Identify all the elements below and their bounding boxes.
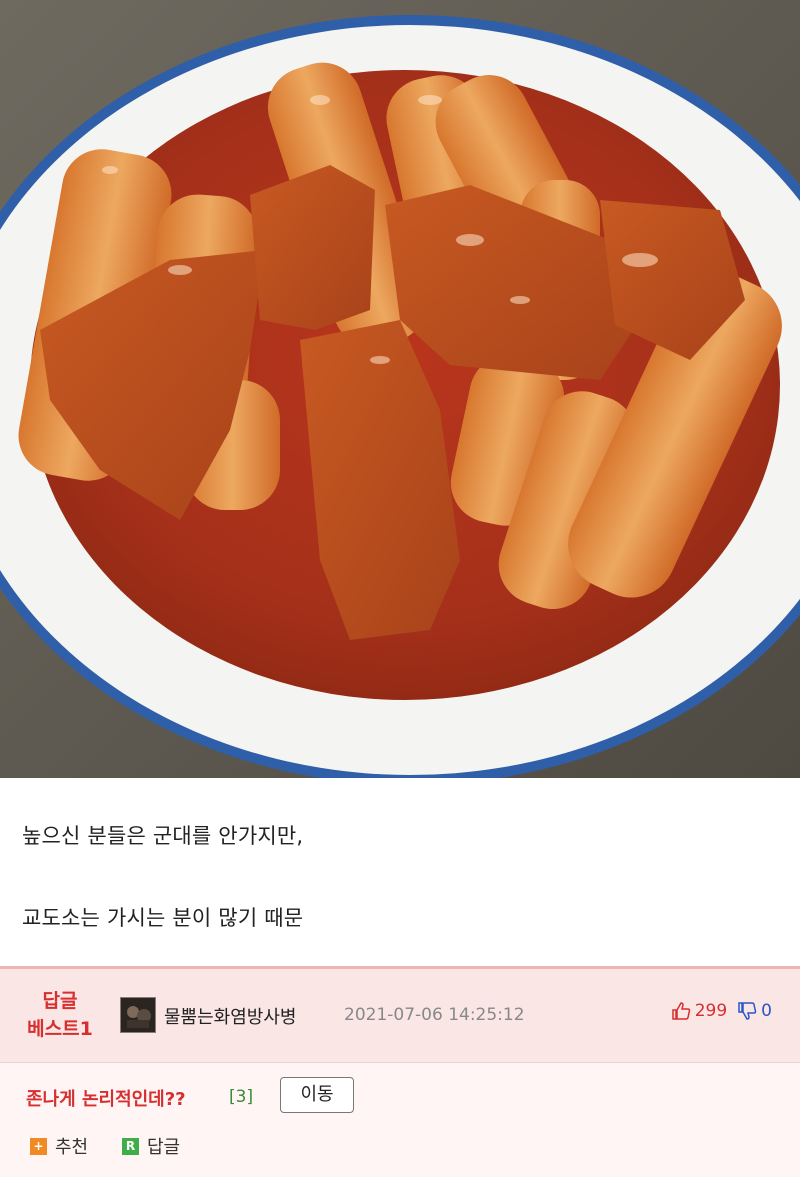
plus-icon: + [30, 1137, 47, 1155]
reply-date: 2021-07-06 14:25:12 [344, 1005, 525, 1025]
reply-button[interactable]: R 답글 [122, 1133, 180, 1159]
reply-body: 존나게 논리적인데?? [3] 이동 + 추천 R 답글 [0, 1063, 800, 1177]
thumbs-up-icon[interactable] [671, 1001, 691, 1021]
best-reply-box: 답글 베스트1 물뿜는화염방사병 2021-07-06 14:25:12 299… [0, 966, 800, 1177]
badge-line: 답글 [42, 990, 78, 1012]
recommend-label: 추천 [55, 1137, 89, 1158]
post-photo [0, 0, 800, 778]
recommend-button[interactable]: + 추천 [30, 1133, 88, 1159]
post-content: 높으신 분들은 군대를 안가지만, 교도소는 가시는 분이 많기 때문 [0, 778, 800, 966]
reply-header: 답글 베스트1 물뿜는화염방사병 2021-07-06 14:25:12 299… [0, 969, 800, 1063]
reply-label: 답글 [147, 1137, 181, 1158]
avatar[interactable] [120, 997, 156, 1033]
move-button[interactable]: 이동 [280, 1077, 354, 1113]
post-text-line: 높으신 분들은 군대를 안가지만, [22, 824, 304, 848]
downvote-count: 0 [761, 1001, 772, 1021]
thumbs-down-icon[interactable] [737, 1001, 757, 1021]
post-text-line: 교도소는 가시는 분이 많기 때문 [22, 906, 304, 930]
comment-count[interactable]: [3] [229, 1087, 253, 1107]
best-reply-badge: 답글 베스트1 [22, 987, 98, 1043]
reply-text: 존나게 논리적인데?? [26, 1089, 186, 1110]
upvote-count: 299 [694, 1001, 728, 1021]
author-nickname[interactable]: 물뿜는화염방사병 [164, 1003, 296, 1029]
reply-icon: R [122, 1137, 139, 1155]
vote-counts: 299 0 [671, 1001, 772, 1021]
badge-line: 베스트1 [27, 1018, 93, 1040]
